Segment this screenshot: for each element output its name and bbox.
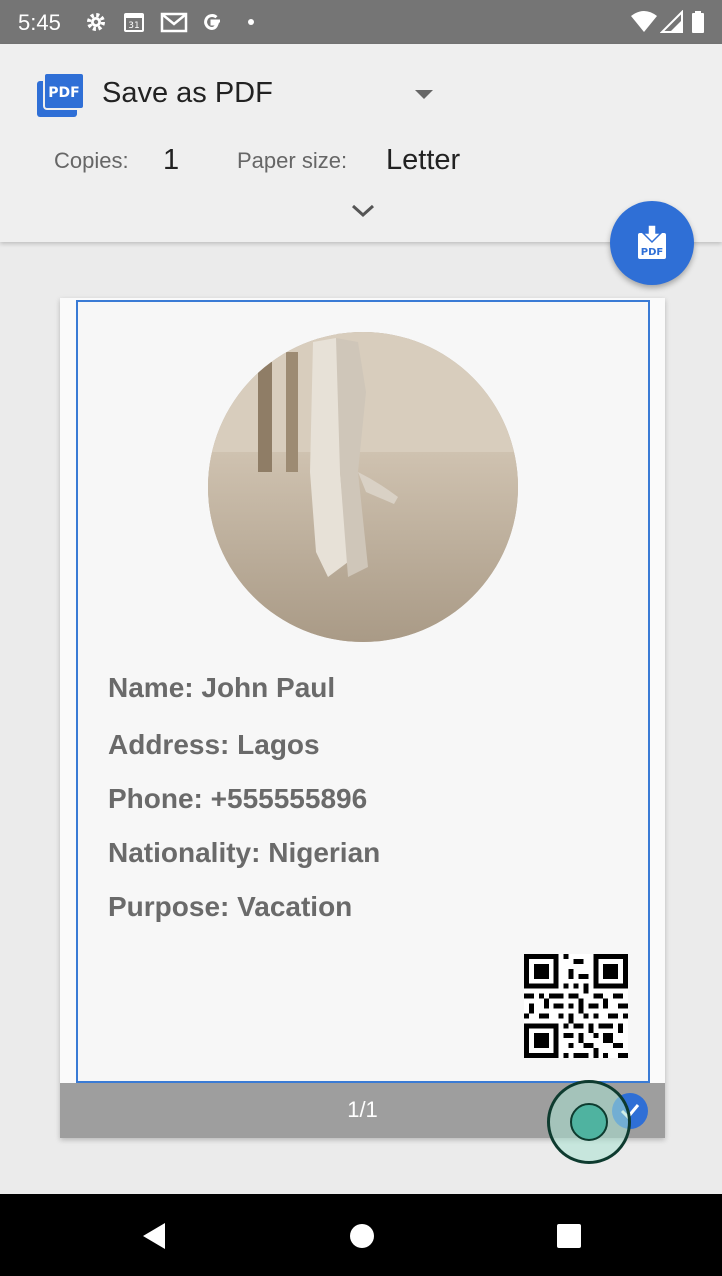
nationality-field: Nationality: Nigerian (108, 837, 381, 868)
svg-text:31: 31 (128, 21, 139, 31)
settings-icon (87, 13, 105, 31)
back-button[interactable] (140, 1221, 168, 1251)
qr-code (524, 954, 628, 1058)
gmail-icon (160, 12, 188, 33)
download-pdf-icon: PDF (638, 224, 666, 259)
recents-button[interactable] (556, 1223, 582, 1249)
svg-text:PDF: PDF (48, 85, 79, 101)
paper-size-value[interactable]: Letter (386, 144, 460, 177)
calendar-icon: 31 (124, 13, 144, 32)
print-options-panel: PDF Save as PDF Copies: 1 Paper size: Le… (0, 44, 722, 242)
battery-icon (692, 11, 704, 33)
home-button[interactable] (349, 1223, 375, 1249)
chevron-down-icon[interactable] (412, 86, 436, 102)
wifi-icon (631, 11, 657, 32)
touch-indicator (547, 1080, 631, 1164)
navigation-bar (0, 1194, 722, 1276)
printer-destination[interactable]: Save as PDF (102, 77, 273, 110)
pdf-icon: PDF (37, 72, 85, 117)
copies-value[interactable]: 1 (163, 144, 179, 177)
dot-icon (248, 19, 254, 25)
svg-text:PDF: PDF (641, 247, 663, 258)
status-bar: 5:45 31 (0, 0, 722, 44)
copies-label: Copies: (54, 148, 129, 173)
signal-icon (660, 10, 683, 33)
document-page: Name: John Paul Address: Lagos Phone: +5… (76, 300, 650, 1083)
touch-point (570, 1103, 608, 1141)
expand-options-icon[interactable] (350, 202, 376, 220)
name-field: Name: John Paul (108, 672, 336, 703)
purpose-field: Purpose: Vacation (108, 891, 353, 922)
download-pdf-button[interactable]: PDF (610, 201, 694, 285)
google-icon (204, 14, 220, 31)
profile-photo (208, 332, 518, 642)
phone-field: Phone: +555555896 (108, 783, 368, 814)
address-field: Address: Lagos (108, 729, 320, 760)
page-preview[interactable]: Name: John Paul Address: Lagos Phone: +5… (60, 298, 665, 1138)
paper-size-label: Paper size: (237, 148, 348, 173)
status-time: 5:45 (18, 10, 61, 35)
